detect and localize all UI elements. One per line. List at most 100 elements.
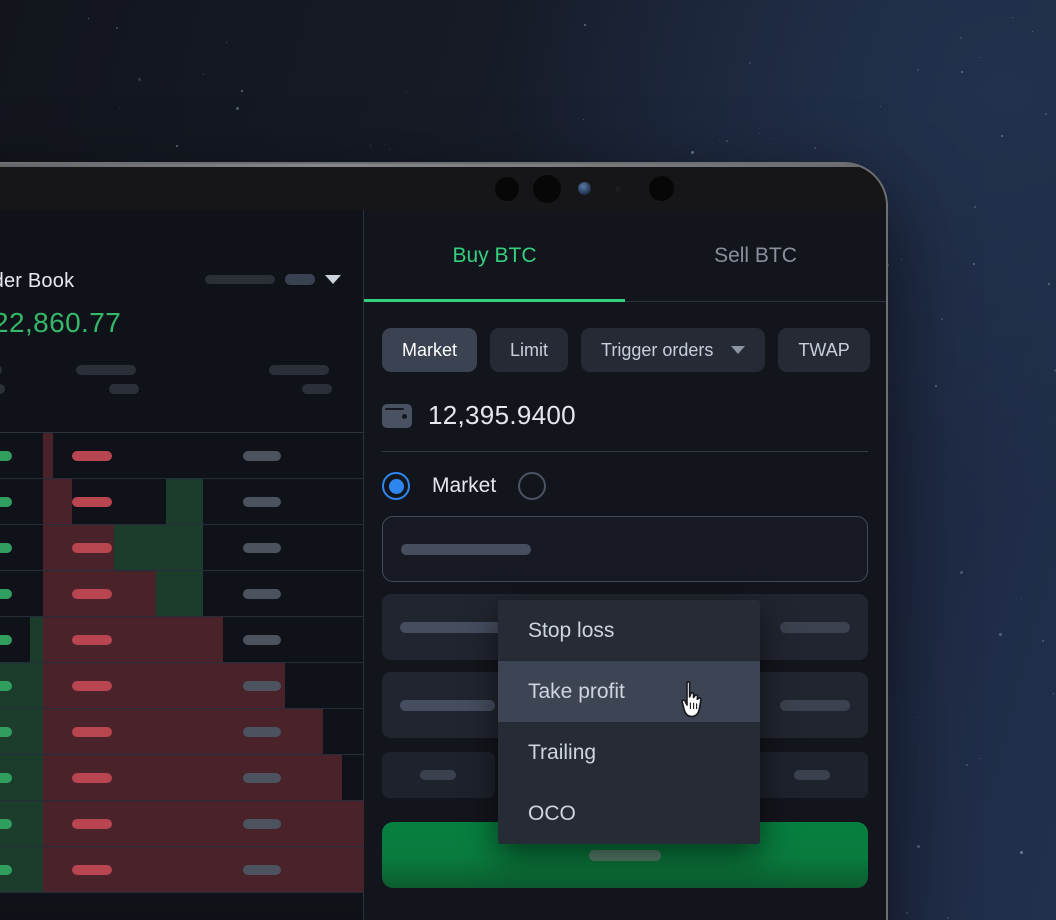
ask-value-placeholder <box>71 634 112 645</box>
order-book-panel: Order Book ↑ 22,860.77 <box>0 210 365 920</box>
quick-amount-button[interactable] <box>382 752 495 798</box>
ask-value-placeholder <box>71 450 112 461</box>
total-value-placeholder <box>243 542 282 553</box>
ask-value-placeholder <box>71 726 112 737</box>
bid-value-placeholder <box>0 726 12 737</box>
order-type-twap-button[interactable]: TWAP <box>778 328 870 372</box>
order-type-limit-button[interactable]: Limit <box>490 328 569 372</box>
order-book-cell <box>203 772 363 783</box>
buy-sell-tabs: Buy BTC Sell BTC <box>364 210 886 302</box>
menu-item-trailing[interactable]: Trailing <box>498 722 760 783</box>
order-book-row[interactable] <box>0 663 363 709</box>
order-book-row[interactable] <box>0 525 363 571</box>
placeholder-chip <box>285 274 315 285</box>
order-book-cell <box>42 634 204 645</box>
order-book-cell <box>0 864 42 875</box>
order-book-row[interactable] <box>0 433 363 479</box>
last-price-row: ↑ 22,860.77 <box>0 293 363 339</box>
order-type-market-button[interactable]: Market <box>382 328 478 372</box>
chevron-down-icon[interactable] <box>325 275 341 284</box>
order-book-cell <box>0 634 42 645</box>
balance-row: 12,395.9400 <box>364 372 886 431</box>
order-book-row[interactable] <box>0 709 363 755</box>
menu-item-oco[interactable]: OCO <box>498 783 760 844</box>
camera-blue-lens-icon <box>577 182 591 195</box>
order-book-cell <box>203 588 363 599</box>
sensor-dot-icon <box>614 185 621 192</box>
order-type-trigger-orders-button[interactable]: Trigger orders <box>581 328 766 372</box>
wallet-icon <box>382 403 412 428</box>
order-book-cell <box>42 726 204 737</box>
order-book-rows <box>0 432 365 920</box>
order-book-cell <box>0 450 42 461</box>
total-value-placeholder <box>243 634 282 645</box>
ask-value-placeholder <box>71 864 112 875</box>
total-value-placeholder <box>243 726 282 737</box>
total-value-placeholder <box>243 772 282 783</box>
placeholder-bar <box>780 699 850 711</box>
placeholder-bar <box>0 384 5 394</box>
placeholder-bar <box>205 275 275 284</box>
amount-input[interactable] <box>382 516 868 582</box>
bid-value-placeholder <box>0 818 12 829</box>
tab-buy-btc[interactable]: Buy BTC <box>364 210 625 302</box>
tablet-device: Order Book ↑ 22,860.77 <box>0 162 888 920</box>
device-screen: Order Book ↑ 22,860.77 <box>0 210 886 920</box>
total-value-placeholder <box>243 680 282 691</box>
camera-lens-icon <box>494 176 519 201</box>
total-value-placeholder <box>243 450 282 461</box>
order-book-header-controls[interactable] <box>205 274 341 285</box>
placeholder-bar <box>301 384 332 394</box>
radio-market[interactable] <box>382 472 410 500</box>
execution-option-radios: Market <box>364 452 886 500</box>
camera-lens-icon <box>532 174 561 203</box>
bid-value-placeholder <box>0 864 12 875</box>
order-book-cell <box>0 772 42 783</box>
total-value-placeholder <box>243 864 282 875</box>
order-book-cell <box>203 680 363 691</box>
order-book-cell <box>0 542 42 553</box>
bid-value-placeholder <box>0 634 12 645</box>
bid-value-placeholder <box>0 680 12 691</box>
menu-item-stop-loss[interactable]: Stop loss <box>498 600 760 661</box>
order-book-row[interactable] <box>0 847 365 893</box>
trigger-orders-dropdown: Stop loss Take profit Trailing OCO <box>498 600 760 844</box>
order-book-row[interactable] <box>0 755 363 801</box>
bid-value-placeholder <box>0 450 12 461</box>
order-book-cell <box>42 542 204 553</box>
ask-value-placeholder <box>71 772 112 783</box>
quick-amount-button[interactable] <box>755 752 868 798</box>
order-type-selector: Market Limit Trigger orders TWAP <box>364 302 886 372</box>
order-book-row[interactable] <box>0 571 363 617</box>
total-value-placeholder <box>243 818 282 829</box>
placeholder-bar <box>268 365 329 375</box>
order-book-cell <box>203 542 363 553</box>
placeholder-bar <box>76 365 137 375</box>
placeholder-bar <box>420 770 457 780</box>
column-header <box>0 365 36 403</box>
radio-market-label: Market <box>432 474 497 497</box>
ask-value-placeholder <box>71 542 112 553</box>
order-book-cell <box>203 726 363 737</box>
order-book-cell <box>203 496 363 507</box>
order-book-cell <box>42 864 204 875</box>
order-book-cell <box>203 450 363 461</box>
order-book-column-headers <box>0 339 363 403</box>
order-book-cell <box>42 818 204 829</box>
placeholder-bar <box>589 849 661 861</box>
radio-secondary[interactable] <box>518 472 547 500</box>
menu-item-take-profit[interactable]: Take profit <box>498 661 760 722</box>
balance-value: 12,395.9400 <box>428 400 576 430</box>
order-book-row[interactable] <box>0 801 365 847</box>
order-book-cell <box>0 496 42 507</box>
column-header <box>36 365 170 403</box>
placeholder-bar <box>0 365 2 375</box>
ask-value-placeholder <box>71 680 112 691</box>
tab-sell-btc[interactable]: Sell BTC <box>625 210 886 301</box>
placeholder-bar <box>793 770 830 780</box>
total-value-placeholder <box>243 588 282 599</box>
bid-value-placeholder <box>0 542 12 553</box>
order-book-row[interactable] <box>0 617 363 663</box>
order-book-cell <box>0 818 42 829</box>
order-book-row[interactable] <box>0 479 363 525</box>
